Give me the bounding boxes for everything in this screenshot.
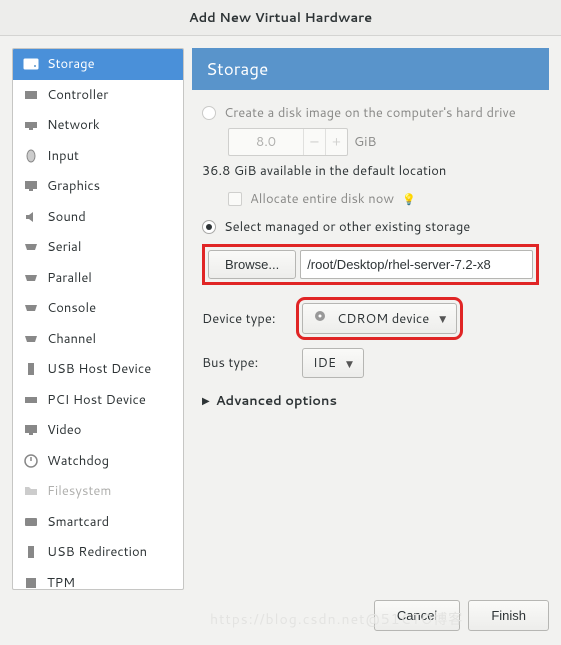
radio-create-disk — [202, 106, 216, 120]
controller-icon — [23, 87, 39, 103]
sidebar-item-channel[interactable]: Channel — [13, 324, 183, 355]
radio-create-disk-label: Create a disk image on the computer's ha… — [224, 104, 516, 122]
disk-size-value: 8.0 — [229, 133, 303, 151]
sidebar-item-serial[interactable]: Serial — [13, 232, 183, 263]
sidebar-item-label: Parallel — [47, 269, 92, 287]
watchdog-icon — [23, 453, 39, 469]
sidebar-item-label: Graphics — [47, 177, 100, 195]
bus-type-combo[interactable]: IDE ▼ — [302, 348, 364, 378]
sidebar-item-input[interactable]: Input — [13, 141, 183, 172]
sidebar-item-label: Console — [47, 299, 96, 317]
advanced-expander[interactable]: ▶ Advanced options — [202, 392, 539, 410]
finish-button[interactable]: Finish — [468, 600, 549, 631]
dialog-footer: Cancel Finish — [0, 590, 561, 645]
bulb-icon: 💡 — [402, 191, 416, 207]
sidebar-item-label: Watchdog — [47, 452, 109, 470]
filesystem-icon — [23, 483, 39, 499]
sidebar-item-label: Sound — [47, 208, 86, 226]
device-type-combo[interactable]: CDROM device ▼ — [302, 303, 457, 334]
sidebar-item-label: TPM — [47, 574, 75, 590]
device-type-value: CDROM device — [337, 310, 429, 328]
browse-row-highlight: Browse... — [202, 244, 539, 285]
sidebar-item-watchdog[interactable]: Watchdog — [13, 446, 183, 477]
sidebar-item-parallel[interactable]: Parallel — [13, 263, 183, 294]
sidebar-item-usb-host[interactable]: USB Host Device — [13, 354, 183, 385]
sound-icon — [23, 209, 39, 225]
tpm-icon — [23, 575, 39, 590]
storage-icon — [23, 56, 39, 72]
sidebar-item-filesystem: Filesystem — [13, 476, 183, 507]
sidebar-item-label: Network — [47, 116, 100, 134]
available-text: 36.8 GiB available in the default locati… — [202, 162, 539, 180]
sidebar-item-pci-host[interactable]: PCI Host Device — [13, 385, 183, 416]
video-icon — [23, 422, 39, 438]
sidebar-item-label: USB Redirection — [47, 543, 147, 561]
sidebar-item-label: PCI Host Device — [47, 391, 146, 409]
chevron-right-icon: ▶ — [202, 394, 210, 408]
window-title: Add New Virtual Hardware — [0, 0, 561, 36]
graphics-icon — [23, 178, 39, 194]
parallel-icon — [23, 270, 39, 286]
bus-type-value: IDE — [313, 354, 336, 372]
sidebar-item-tpm[interactable]: TPM — [13, 568, 183, 591]
hardware-sidebar: Storage Controller Network Input Graphic… — [12, 48, 184, 590]
main-panel: Storage Create a disk image on the compu… — [192, 48, 549, 590]
sidebar-item-label: Video — [47, 421, 81, 439]
sidebar-item-label: Filesystem — [47, 482, 111, 500]
chevron-down-icon: ▼ — [439, 312, 446, 325]
cancel-button[interactable]: Cancel — [374, 600, 460, 631]
radio-select-managed-label: Select managed or other existing storage — [224, 218, 470, 236]
bus-type-label: Bus type: — [202, 354, 292, 372]
sidebar-item-video[interactable]: Video — [13, 415, 183, 446]
panel-header: Storage — [192, 48, 549, 90]
usb-icon — [23, 361, 39, 377]
sidebar-item-label: Smartcard — [47, 513, 109, 531]
device-type-label: Device type: — [202, 310, 292, 328]
pci-icon — [23, 392, 39, 408]
sidebar-item-label: Serial — [47, 238, 81, 256]
sidebar-item-label: Channel — [47, 330, 96, 348]
sidebar-item-smartcard[interactable]: Smartcard — [13, 507, 183, 538]
sidebar-item-sound[interactable]: Sound — [13, 202, 183, 233]
cdrom-icon — [313, 309, 327, 328]
sidebar-item-label: Input — [47, 147, 79, 165]
spin-plus: + — [325, 129, 347, 155]
spin-minus: − — [303, 129, 325, 155]
serial-icon — [23, 239, 39, 255]
sidebar-item-label: Storage — [47, 55, 95, 73]
sidebar-item-label: Controller — [47, 86, 108, 104]
sidebar-item-storage[interactable]: Storage — [13, 49, 183, 80]
checkbox-allocate-label: Allocate entire disk now — [250, 190, 394, 208]
usb-redir-icon — [23, 544, 39, 560]
radio-select-managed[interactable] — [202, 220, 216, 234]
sidebar-item-console[interactable]: Console — [13, 293, 183, 324]
disk-size-spinner: 8.0 − + — [228, 128, 348, 156]
sidebar-item-graphics[interactable]: Graphics — [13, 171, 183, 202]
network-icon — [23, 117, 39, 133]
sidebar-item-label: USB Host Device — [47, 360, 151, 378]
sidebar-item-usb-redir[interactable]: USB Redirection — [13, 537, 183, 568]
checkbox-allocate — [228, 192, 242, 206]
sidebar-item-controller[interactable]: Controller — [13, 80, 183, 111]
channel-icon — [23, 331, 39, 347]
console-icon — [23, 300, 39, 316]
storage-path-input[interactable] — [300, 250, 533, 279]
advanced-label: Advanced options — [216, 392, 337, 410]
chevron-down-icon: ▼ — [346, 357, 353, 370]
input-icon — [23, 148, 39, 164]
smartcard-icon — [23, 514, 39, 530]
browse-button[interactable]: Browse... — [208, 250, 296, 279]
size-unit: GiB — [354, 133, 376, 151]
sidebar-item-network[interactable]: Network — [13, 110, 183, 141]
